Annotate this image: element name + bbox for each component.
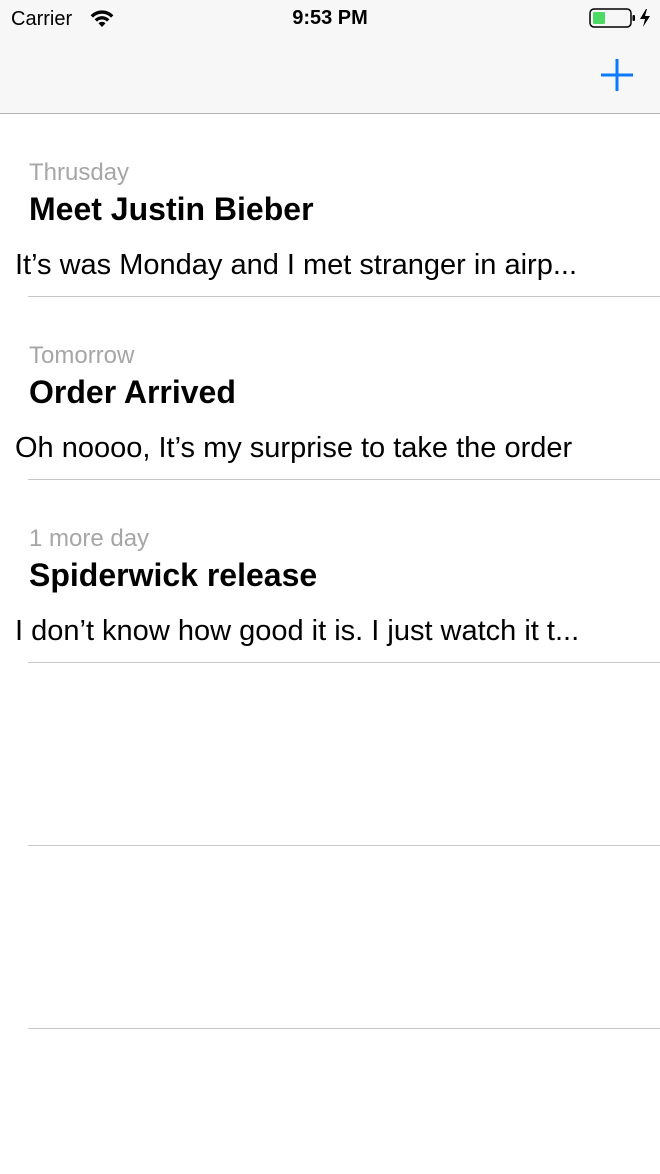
event-date: Thrusday [29, 159, 130, 186]
event-date: 1 more day [29, 525, 150, 552]
charging-bolt-icon [640, 9, 650, 27]
event-title: Spiderwick release [29, 557, 318, 593]
event-row[interactable]: Tomorrow Order Arrived Oh noooo, It’s my… [0, 297, 660, 480]
event-title: Order Arrived [29, 374, 236, 410]
status-bar: Carrier 9:53 PM [0, 0, 660, 40]
event-title: Meet Justin Bieber [29, 191, 314, 227]
battery-icon [589, 8, 650, 28]
event-date: Tomorrow [29, 342, 135, 369]
plus-icon[interactable] [594, 52, 640, 98]
row-separator [28, 1028, 660, 1029]
event-description: I don’t know how good it is. I just watc… [15, 615, 580, 647]
event-row[interactable]: Thrusday Meet Justin Bieber It’s was Mon… [0, 114, 660, 297]
clock: 9:53 PM [292, 7, 368, 29]
event-row[interactable]: 1 more day Spiderwick release I don’t kn… [0, 480, 660, 663]
empty-row [0, 846, 660, 1029]
event-description: Oh noooo, It’s my surprise to take the o… [15, 432, 573, 464]
event-description: It’s was Monday and I met stranger in ai… [15, 249, 578, 281]
empty-row [0, 663, 660, 846]
navigation-bar [0, 40, 660, 114]
event-list: Thrusday Meet Justin Bieber It’s was Mon… [0, 114, 660, 1029]
